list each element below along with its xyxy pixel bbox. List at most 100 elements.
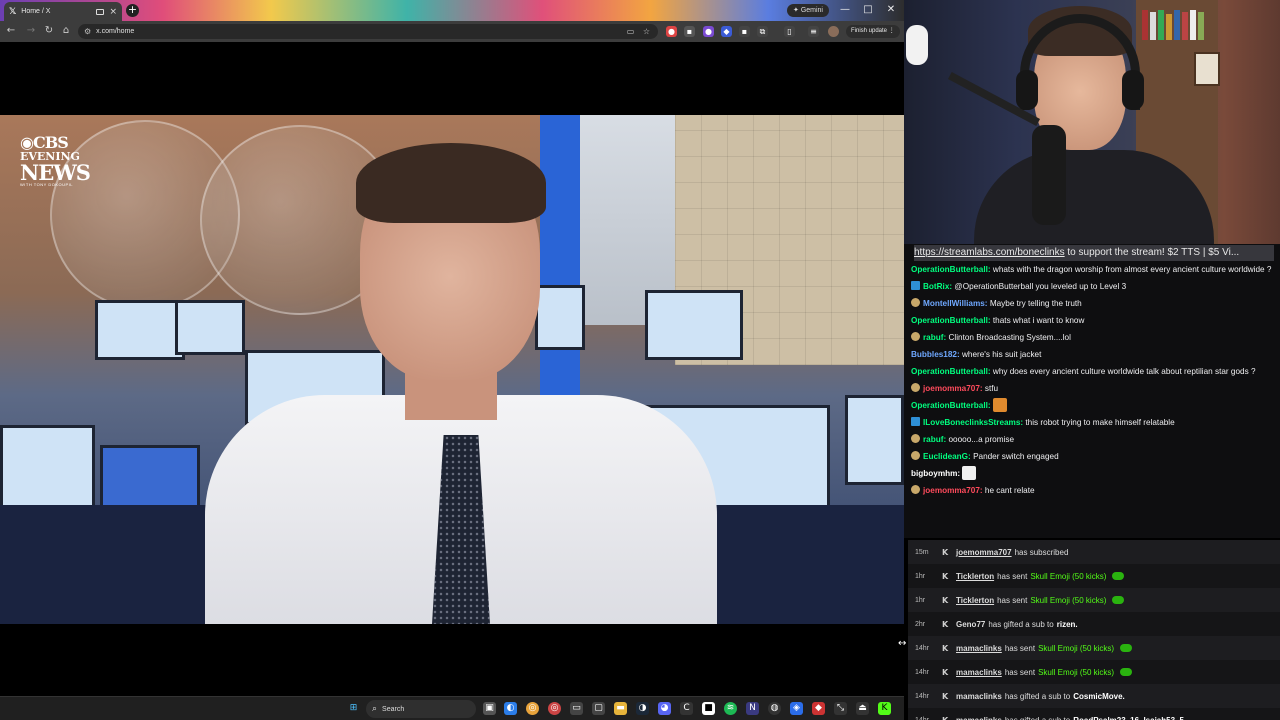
headphone-earcup: [1016, 70, 1038, 110]
side-panel-icon[interactable]: ▯: [784, 26, 795, 37]
start-windows-icon[interactable]: ⊞: [347, 702, 360, 715]
finish-update-label: Finish update: [851, 28, 888, 34]
event-username[interactable]: Ticklerton: [956, 596, 994, 605]
chat-username[interactable]: OperationButterball: [911, 316, 988, 325]
event-username[interactable]: mamaclinks: [956, 644, 1002, 653]
chat-emote-icon: [992, 398, 1007, 412]
gemini-button[interactable]: ✦ Gemini: [787, 4, 829, 17]
gemini-label: Gemini: [800, 7, 823, 14]
extension-icon-2[interactable]: ▪: [684, 26, 695, 37]
chat-username[interactable]: OperationButterball: [911, 265, 988, 274]
chat-username[interactable]: Bubbles182: [911, 350, 957, 359]
copilot-icon[interactable]: ◐: [504, 702, 517, 715]
finish-update-button[interactable]: Finish update ⋮: [846, 25, 900, 38]
event-action: has sent: [997, 595, 1028, 605]
app-icon[interactable]: ⤡: [834, 702, 847, 715]
chat-message: bigboymhm:: [911, 465, 1273, 482]
chat-username[interactable]: bigboymhm: [911, 469, 957, 478]
reload-icon[interactable]: ↻: [42, 24, 56, 38]
event-username[interactable]: joemomma707: [956, 548, 1012, 557]
tab-close-icon[interactable]: ×: [109, 7, 117, 17]
taskbar-search[interactable]: ⌕ Search: [366, 700, 476, 718]
pinned-message[interactable]: https://streamlabs.com/boneclinks to sup…: [914, 245, 1274, 261]
tab-home-x[interactable]: 𝕏 Home / X ×: [4, 2, 122, 21]
pinned-link[interactable]: https://streamlabs.com/boneclinks: [914, 247, 1065, 258]
app-icon[interactable]: N: [746, 702, 759, 715]
spotify-icon[interactable]: ≋: [724, 702, 737, 715]
profile-avatar[interactable]: [828, 26, 839, 37]
chat-username[interactable]: BotRix: [923, 282, 949, 291]
bot-badge-icon: [911, 417, 920, 426]
chat-message: OperationButterball: thats what i want t…: [911, 312, 1273, 329]
app-icon[interactable]: ◆: [812, 702, 825, 715]
book: [1198, 12, 1204, 40]
chat-message: Bubbles182: where's his suit jacket: [911, 346, 1273, 363]
event-username[interactable]: Geno77: [956, 620, 985, 629]
close-window-button[interactable]: ✕: [884, 3, 898, 17]
kick-logo-icon: K: [942, 715, 949, 720]
picture-frame: [1194, 52, 1220, 86]
pinned-text: to support the stream! $2 TTS | $5 Vi...: [1064, 247, 1240, 258]
back-arrow-icon[interactable]: ←: [4, 24, 18, 38]
chat-username[interactable]: rabuf: [923, 435, 943, 444]
new-tab-button[interactable]: +: [126, 4, 139, 17]
home-icon[interactable]: ⌂: [59, 24, 73, 38]
chrome-canary-icon[interactable]: ◎: [548, 702, 561, 715]
event-gift: Skull Emoji (50 kicks): [1038, 643, 1115, 653]
maximize-button[interactable]: □: [861, 3, 875, 17]
extension-icon-3[interactable]: ●: [703, 26, 714, 37]
file-explorer-icon[interactable]: ▬: [614, 702, 627, 715]
app-icon[interactable]: ▢: [592, 702, 605, 715]
app-icon[interactable]: ▭: [570, 702, 583, 715]
chat-username[interactable]: ILoveBoneclinksStreams: [923, 418, 1020, 427]
chat-username[interactable]: OperationButterball: [911, 401, 988, 410]
app-icon[interactable]: C: [680, 702, 693, 715]
extensions-puzzle-icon[interactable]: ⧉: [757, 26, 768, 37]
steam-icon[interactable]: ◑: [636, 702, 649, 715]
task-view-icon[interactable]: ▣: [483, 702, 496, 715]
minimize-button[interactable]: —: [838, 3, 852, 17]
obs-icon[interactable]: ◍: [768, 702, 781, 715]
event-row: 14hr Kmamaclinks has gifted a sub to Cosmic…: [908, 684, 1280, 708]
address-bar[interactable]: ⚙ x.com/home: [78, 24, 658, 39]
chat-username[interactable]: joemomma707: [923, 486, 980, 495]
background-monitor: [175, 300, 245, 355]
site-info-icon[interactable]: ⚙: [84, 27, 91, 36]
extension-icon-6[interactable]: ≡: [808, 26, 819, 37]
app-icon[interactable]: ◈: [790, 702, 803, 715]
chat-username[interactable]: MontellWilliams: [923, 299, 985, 308]
discord-icon[interactable]: ◕: [658, 702, 671, 715]
event-username[interactable]: Ticklerton: [956, 572, 994, 581]
chat-username[interactable]: rabuf: [923, 333, 943, 342]
kick-app-icon[interactable]: K: [878, 702, 891, 715]
event-username[interactable]: mamaclinks: [956, 668, 1002, 677]
chat-text: he cant relate: [984, 486, 1035, 495]
chat-username[interactable]: joemomma707: [923, 384, 980, 393]
video-player[interactable]: ◉CBS EVENING NEWS WITH TONY DOKOUPIL: [0, 115, 904, 624]
tab-media-icon[interactable]: [96, 8, 105, 15]
bookmark-star-icon[interactable]: ☆: [641, 26, 652, 37]
book: [1166, 14, 1172, 40]
extension-icon-4[interactable]: ◆: [721, 26, 732, 37]
chrome-icon[interactable]: ◎: [526, 702, 539, 715]
kick-logo-icon: K: [942, 643, 949, 653]
event-action: has sent: [1004, 667, 1036, 677]
forward-arrow-icon[interactable]: →: [24, 24, 38, 38]
app-icon[interactable]: ⏏: [856, 702, 869, 715]
extension-icon-1[interactable]: ●: [666, 26, 677, 37]
taskbar-search-label: Search: [382, 705, 405, 713]
event-time: 14hr: [915, 668, 930, 676]
event-username[interactable]: mamaclinks: [956, 692, 1002, 701]
chat-username[interactable]: EuclideanG: [923, 452, 968, 461]
extension-icon-5[interactable]: ▪: [739, 26, 750, 37]
event-gift: Skull Emoji (50 kicks): [1030, 595, 1107, 605]
book: [1158, 10, 1164, 40]
app-icon[interactable]: ■: [702, 702, 715, 715]
headphone-earcup: [1122, 70, 1144, 110]
kicks-coin-icon: [1120, 644, 1133, 652]
kick-logo-icon: K: [942, 571, 949, 581]
install-app-icon[interactable]: ▭: [625, 26, 636, 37]
event-username[interactable]: mamaclinks: [956, 716, 1002, 720]
chat-username[interactable]: OperationButterball: [911, 367, 988, 376]
background-pillar: [540, 115, 580, 405]
